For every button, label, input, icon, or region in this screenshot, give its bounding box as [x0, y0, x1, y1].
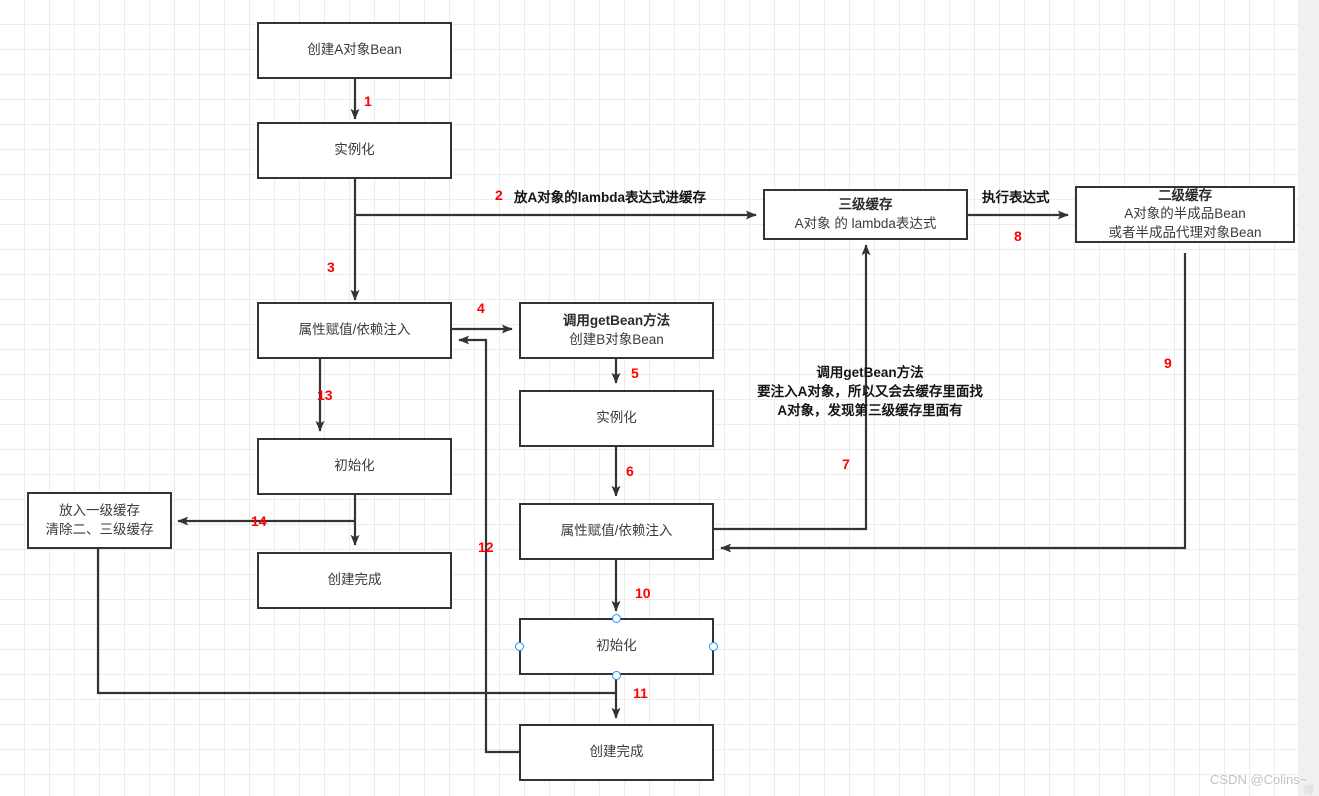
- connection-handle-bottom[interactable]: [612, 671, 621, 680]
- node-level3-cache[interactable]: 三级缓存 A对象 的 lambda表达式: [763, 189, 968, 240]
- node-level2-cache-line2: A对象的半成品Bean: [1124, 206, 1246, 222]
- edge-label-14: 14: [251, 513, 267, 529]
- edge-text-getbean-note-line2: 要注入A对象，所以又会去缓存里面找: [757, 384, 983, 400]
- edge-text-put-lambda: 放A对象的lambda表达式进缓存: [514, 190, 707, 205]
- node-a-init-line1: 初始化: [334, 458, 375, 474]
- node-b-getbean-line2: 创建B对象Bean: [569, 331, 664, 347]
- node-create-a-bean[interactable]: 创建A对象Bean: [257, 22, 452, 79]
- connection-handle-top[interactable]: [612, 614, 621, 623]
- node-a-populate[interactable]: 属性赋值/依赖注入: [257, 302, 452, 359]
- watermark-logo: 博: [1303, 785, 1314, 796]
- node-a-init[interactable]: 初始化: [257, 438, 452, 495]
- node-level3-cache-line1: 三级缓存: [838, 196, 893, 212]
- edge-label-9: 9: [1164, 355, 1172, 371]
- edge-label-11: 11: [633, 685, 648, 701]
- node-a-populate-line1: 属性赋值/依赖注入: [298, 322, 411, 338]
- node-b-populate-line1: 属性赋值/依赖注入: [560, 523, 673, 539]
- node-b-populate[interactable]: 属性赋值/依赖注入: [519, 503, 714, 560]
- edge-text-exec-lambda: 执行表达式: [982, 190, 1050, 205]
- node-b-instantiate-line1: 实例化: [596, 410, 637, 426]
- edge-label-6: 6: [626, 463, 634, 479]
- node-b-done-line1: 创建完成: [589, 744, 644, 760]
- connection-handle-left[interactable]: [515, 642, 524, 651]
- edge-label-8: 8: [1014, 228, 1022, 244]
- node-b-init[interactable]: 初始化: [519, 618, 714, 675]
- node-put-level1-cache[interactable]: 放入一级缓存 清除二、三级缓存: [27, 492, 172, 549]
- node-put-level1-cache-line1: 放入一级缓存: [59, 502, 140, 518]
- edge-label-3: 3: [327, 259, 335, 275]
- node-level3-cache-line2: A对象 的 lambda表达式: [794, 215, 937, 231]
- node-a-done-line1: 创建完成: [327, 572, 382, 588]
- node-put-level1-cache-line2: 清除二、三级缓存: [45, 521, 154, 537]
- node-level2-cache-line1: 二级缓存: [1158, 187, 1212, 203]
- edge-label-7: 7: [842, 456, 850, 472]
- node-level2-cache[interactable]: 二级缓存 A对象的半成品Bean 或者半成品代理对象Bean: [1075, 186, 1295, 243]
- node-a-instantiate[interactable]: 实例化: [257, 122, 452, 179]
- edge-label-10: 10: [635, 585, 651, 601]
- edge-label-4: 4: [477, 300, 485, 316]
- node-b-done[interactable]: 创建完成: [519, 724, 714, 781]
- node-b-getbean-line1: 调用getBean方法: [562, 312, 671, 328]
- edge-label-1: 1: [364, 93, 372, 109]
- node-level2-cache-line3: 或者半成品代理对象Bean: [1108, 224, 1262, 240]
- edge-text-getbean-note: 调用getBean方法 要注入A对象，所以又会去缓存里面找 A对象，发现第三级缓…: [755, 363, 985, 420]
- connection-handle-right[interactable]: [709, 642, 718, 651]
- node-b-getbean[interactable]: 调用getBean方法 创建B对象Bean: [519, 302, 714, 359]
- node-a-instantiate-line1: 实例化: [334, 142, 375, 158]
- diagram-canvas: 创建A对象Bean 实例化 属性赋值/依赖注入 初始化 创建完成 放入一级缓存 …: [0, 0, 1319, 796]
- edge-label-5: 5: [631, 365, 639, 381]
- edge-text-getbean-note-line1: 调用getBean方法: [816, 365, 924, 380]
- canvas-right-gutter: [1298, 0, 1319, 796]
- edge-label-12: 12: [478, 539, 494, 555]
- watermark-text: CSDN @Colins~: [1210, 772, 1308, 787]
- node-b-instantiate[interactable]: 实例化: [519, 390, 714, 447]
- node-b-init-line1: 初始化: [596, 638, 637, 654]
- node-create-a-bean-line1: 创建A对象Bean: [307, 42, 402, 58]
- edge-label-2: 2: [495, 187, 503, 203]
- node-a-done[interactable]: 创建完成: [257, 552, 452, 609]
- edge-text-getbean-note-line3: A对象，发现第三级缓存里面有: [777, 403, 963, 419]
- edge-label-13: 13: [317, 387, 333, 403]
